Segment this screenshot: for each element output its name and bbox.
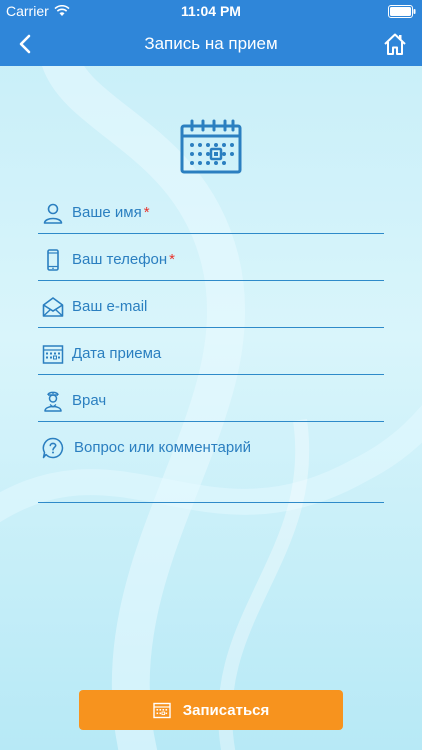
battery-icon: [388, 5, 416, 18]
date-field[interactable]: Дата приема: [38, 331, 384, 375]
home-icon[interactable]: [382, 31, 408, 57]
calendar-icon: [42, 345, 64, 364]
comment-field[interactable]: Вопрос или комментарий: [38, 425, 384, 503]
user-icon: [43, 203, 63, 224]
email-field[interactable]: Ваш e-mail: [38, 284, 384, 328]
question-icon: [42, 437, 64, 459]
envelope-icon: [42, 297, 64, 317]
submit-button[interactable]: Записаться: [79, 690, 343, 730]
clock: 11:04 PM: [181, 3, 241, 19]
submit-button-label: Записаться: [182, 701, 270, 719]
email-field-label: Ваш e-mail: [72, 298, 148, 315]
phone-field-label: Ваш телефон *: [72, 251, 175, 268]
name-field-label: Ваше имя *: [72, 204, 150, 221]
status-bar: Carrier 11:04 PM: [0, 0, 422, 22]
required-marker: *: [143, 204, 150, 221]
calendar-icon: [153, 702, 171, 719]
navigation-bar: Запись на прием: [0, 22, 422, 66]
page-title: Запись на прием: [144, 34, 278, 53]
doctor-field-label: Врач: [72, 392, 107, 409]
name-field[interactable]: Ваше имя *: [38, 190, 384, 234]
calendar-icon: [180, 119, 242, 174]
required-marker: *: [169, 251, 175, 268]
doctor-icon: [44, 391, 62, 412]
phone-field[interactable]: Ваш телефон *: [38, 237, 384, 281]
background-decoration: [0, 52, 422, 750]
doctor-field[interactable]: Врач: [38, 378, 384, 422]
phone-icon: [47, 249, 59, 271]
date-field-label: Дата приема: [72, 345, 162, 362]
comment-field-label: Вопрос или комментарий: [74, 439, 251, 456]
